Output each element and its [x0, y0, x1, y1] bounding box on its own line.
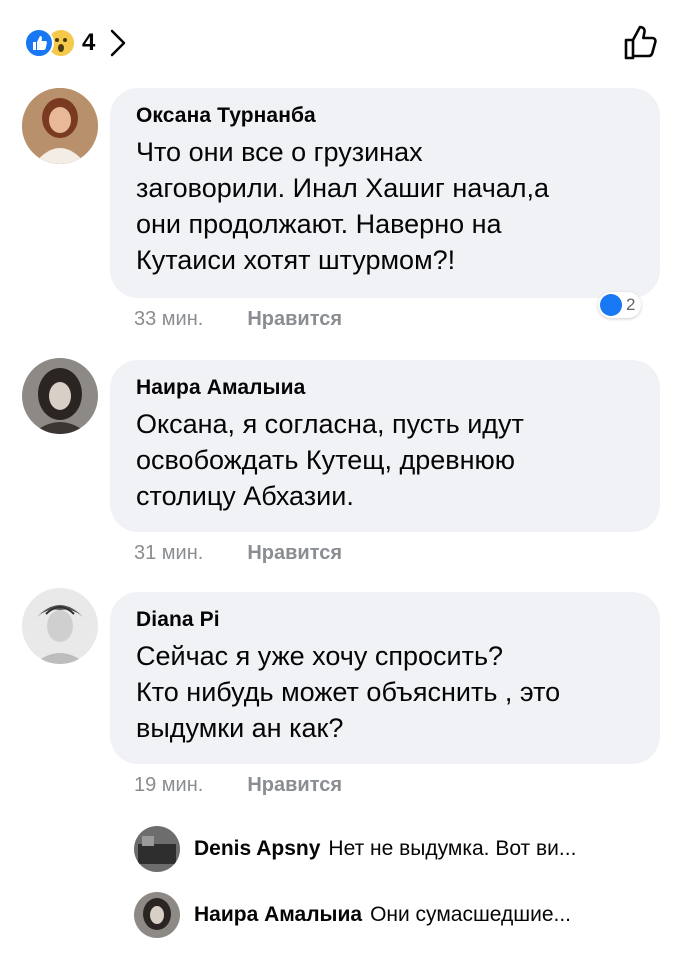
comment-time[interactable]: 19 мин.	[134, 774, 203, 797]
comment-meta: 19 мин. Нравится	[134, 774, 342, 797]
comment-text: Что они все о грузинах заговорили. Инал …	[136, 137, 550, 275]
comment-time[interactable]: 33 мин.	[134, 308, 203, 331]
reply-text: Наира Амалыиа Они сумасшедшие...	[194, 903, 571, 927]
comment-time[interactable]: 31 мин.	[134, 542, 203, 565]
reactions-bar: 4	[0, 0, 684, 88]
reaction-count: 4	[82, 29, 96, 56]
comment-text: Оксана, я согласна, пусть идут освобожда…	[136, 409, 524, 511]
like-reaction-icon	[600, 294, 622, 316]
avatar[interactable]	[22, 88, 98, 164]
like-link[interactable]: Нравится	[247, 308, 342, 331]
reply-preview[interactable]: Denis Apsny Нет не выдумка. Вот ви...	[134, 826, 576, 872]
comment-author[interactable]: Оксана Турнанба	[136, 104, 634, 128]
reply-author[interactable]: Наира Амалыиа	[194, 903, 362, 926]
comment-bubble: Оксана Турнанба Что они все о грузинах з…	[110, 88, 660, 298]
reaction-badge-count: 2	[626, 295, 636, 314]
comment-author[interactable]: Diana Pi	[136, 608, 634, 632]
comment-author[interactable]: Наира Амалыиа	[136, 376, 634, 400]
avatar[interactable]	[22, 358, 98, 434]
avatar[interactable]	[134, 892, 180, 938]
comment-bubble: Diana Pi Сейчас я уже хочу спросить? Кто…	[110, 592, 660, 764]
avatar[interactable]	[22, 588, 98, 664]
comment-text: Сейчас я уже хочу спросить? Кто нибудь м…	[136, 641, 561, 743]
reactions-summary[interactable]: 4	[24, 28, 127, 58]
chevron-right-icon[interactable]	[109, 28, 127, 58]
avatar[interactable]	[134, 826, 180, 872]
comment-meta: 31 мин. Нравится	[134, 542, 342, 565]
reply-text: Denis Apsny Нет не выдумка. Вот ви...	[194, 837, 576, 861]
like-link[interactable]: Нравится	[247, 542, 342, 565]
reply-snippet: Нет не выдумка. Вот ви...	[328, 837, 577, 860]
comment-meta: 33 мин. Нравится	[134, 308, 342, 331]
reply-snippet: Они сумасшедшие...	[370, 903, 572, 926]
like-link[interactable]: Нравится	[247, 774, 342, 797]
reply-author[interactable]: Denis Apsny	[194, 837, 320, 860]
like-outline-icon[interactable]	[622, 22, 660, 62]
reply-preview[interactable]: Наира Амалыиа Они сумасшедшие...	[134, 892, 571, 938]
comment-bubble: Наира Амалыиа Оксана, я согласна, пусть …	[110, 360, 660, 532]
reaction-badge[interactable]: 2	[598, 292, 642, 318]
like-reaction-icon	[24, 28, 54, 58]
